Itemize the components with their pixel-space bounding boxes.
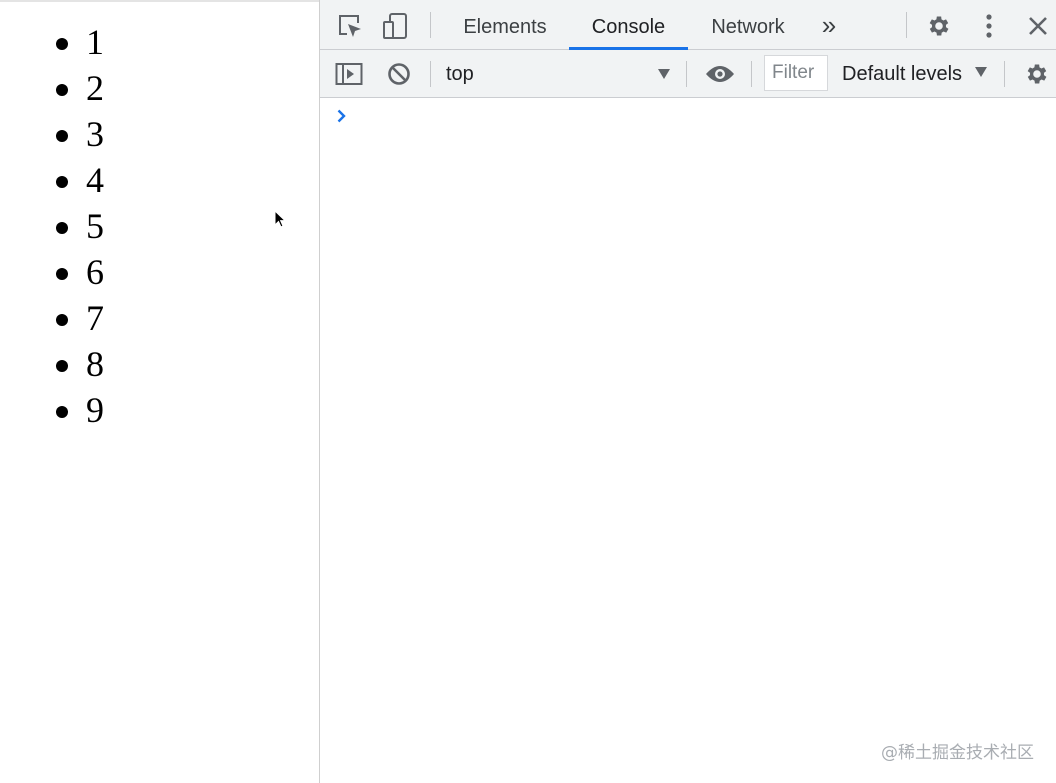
log-levels-dropdown[interactable]: Default levels xyxy=(842,50,962,98)
console-filter-input[interactable] xyxy=(764,55,828,91)
console-output[interactable] xyxy=(320,98,1056,783)
close-devtools-button[interactable] xyxy=(1022,10,1054,42)
list-bullet xyxy=(56,314,68,326)
clear-console-icon xyxy=(388,63,410,85)
console-settings-button[interactable] xyxy=(1021,59,1053,89)
list-item: 9 xyxy=(0,390,104,436)
list-item-text: 3 xyxy=(86,114,104,154)
number-list: 1 2 3 4 5 6 7 8 9 xyxy=(0,22,104,436)
context-dropdown-arrow-icon[interactable] xyxy=(658,69,670,79)
toolbar-divider xyxy=(1004,61,1005,87)
list-bullet xyxy=(56,84,68,96)
toolbar-divider xyxy=(430,61,431,87)
list-bullet xyxy=(56,222,68,234)
device-toolbar-icon xyxy=(383,13,407,39)
console-sidebar-icon xyxy=(335,63,363,85)
list-item: 3 xyxy=(0,114,104,160)
list-item: 5 xyxy=(0,206,104,252)
list-item: 6 xyxy=(0,252,104,298)
inspect-element-icon xyxy=(339,15,361,37)
gear-icon xyxy=(929,16,949,36)
list-bullet xyxy=(56,38,68,50)
list-bullet xyxy=(56,406,68,418)
list-item-text: 9 xyxy=(86,390,104,430)
tab-network[interactable]: Network xyxy=(692,0,804,50)
inspect-element-button[interactable] xyxy=(334,10,366,42)
list-item: 8 xyxy=(0,344,104,390)
list-item-text: 1 xyxy=(86,22,104,62)
close-icon xyxy=(1029,17,1047,35)
toolbar-divider xyxy=(906,12,907,38)
list-item: 4 xyxy=(0,160,104,206)
toolbar-divider xyxy=(751,61,752,87)
gear-icon xyxy=(1027,64,1047,84)
tab-elements[interactable]: Elements xyxy=(445,0,565,50)
console-toolbar: top Default levels xyxy=(320,50,1056,98)
list-bullet xyxy=(56,130,68,142)
list-item-text: 4 xyxy=(86,160,104,200)
devtools-panel: Elements Console Network » top Filter De… xyxy=(319,0,1056,783)
kebab-menu-icon xyxy=(986,14,992,38)
list-bullet xyxy=(56,268,68,280)
list-item: 1 xyxy=(0,22,104,68)
device-toolbar-button[interactable] xyxy=(380,10,412,42)
tab-console[interactable]: Console xyxy=(569,0,688,50)
list-item-text: 2 xyxy=(86,68,104,108)
live-expression-button[interactable] xyxy=(702,59,738,89)
toggle-console-sidebar-button[interactable] xyxy=(333,59,365,89)
settings-button[interactable] xyxy=(923,10,955,42)
levels-dropdown-arrow-icon[interactable] xyxy=(975,67,987,77)
eye-icon xyxy=(706,66,734,82)
clear-console-button[interactable] xyxy=(383,59,415,89)
list-item: 7 xyxy=(0,298,104,344)
list-bullet xyxy=(56,360,68,372)
list-item-text: 7 xyxy=(86,298,104,338)
more-tabs-button[interactable]: » xyxy=(814,0,844,50)
context-selector-value[interactable]: top xyxy=(446,50,474,98)
chevron-right-icon xyxy=(337,109,346,123)
watermark: @稀土掘金技术社区 xyxy=(881,743,1034,763)
toolbar-divider xyxy=(430,12,431,38)
list-item: 2 xyxy=(0,68,104,114)
console-prompt[interactable] xyxy=(320,98,1056,132)
mouse-cursor-icon xyxy=(274,210,287,228)
devtools-main-toolbar: Elements Console Network » xyxy=(320,0,1056,50)
list-item-text: 6 xyxy=(86,252,104,292)
list-item-text: 5 xyxy=(86,206,104,246)
list-bullet xyxy=(56,176,68,188)
list-item-text: 8 xyxy=(86,344,104,384)
more-options-button[interactable] xyxy=(973,10,1005,42)
page-viewport: 1 2 3 4 5 6 7 8 9 xyxy=(0,0,319,783)
toolbar-divider xyxy=(686,61,687,87)
